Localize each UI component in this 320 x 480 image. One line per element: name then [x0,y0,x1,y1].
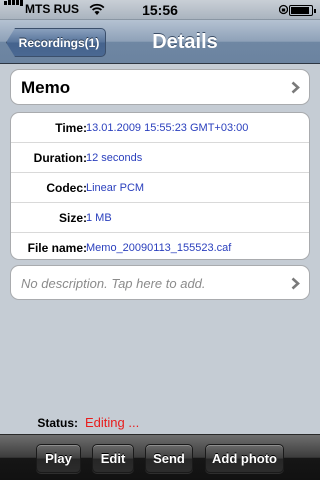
details-group: Time: 13.01.2009 15:55:23 GMT+03:00 Dura… [10,112,310,260]
duration-label: Duration: [33,151,87,165]
add-photo-button[interactable]: Add photo [205,444,284,473]
duration-value: 12 seconds [86,152,143,164]
play-button[interactable]: Play [36,444,81,473]
description-cell[interactable]: No description. Tap here to add. [10,265,310,300]
size-label: Size: [58,211,87,225]
status-label: Status: [37,416,78,430]
page-title: Details [152,30,218,53]
status-line: Status: Editing ... [0,414,320,432]
toolbar: Play Edit Send Add photo [0,434,320,480]
chevron-right-icon [291,277,300,290]
status-bar: MTS RUS 15:56 [0,0,320,20]
chevron-right-icon [291,81,300,94]
file-name-value: Memo_20090113_155523.caf [86,242,232,254]
edit-button[interactable]: Edit [92,444,134,473]
status-value: Editing ... [85,415,140,430]
details-row-codec: Codec: Linear PCM [11,173,309,203]
details-row-duration: Duration: 12 seconds [11,143,309,173]
clock: 15:56 [142,2,178,18]
back-button[interactable]: Recordings(1) [6,28,106,57]
details-row-file-name: File name: Memo_20090113_155523.caf [11,233,309,263]
battery-icon [289,5,316,16]
details-row-size: Size: 1 MB [11,203,309,233]
time-label: Time: [55,121,87,135]
time-value: 13.01.2009 15:55:23 GMT+03:00 [86,122,249,134]
codec-label: Codec: [46,181,87,195]
orientation-lock-icon [279,4,288,15]
navigation-bar: Recordings(1) Details [0,20,320,64]
size-value: 1 MB [86,212,112,224]
details-row-time: Time: 13.01.2009 15:55:23 GMT+03:00 [11,113,309,143]
description-placeholder: No description. Tap here to add. [21,276,206,291]
file-name-label: File name: [27,241,87,255]
codec-value: Linear PCM [86,182,145,194]
memo-title: Memo [21,78,71,97]
send-button[interactable]: Send [145,444,193,473]
back-button-label: Recordings(1) [18,35,100,50]
memo-cell[interactable]: Memo [10,69,310,105]
